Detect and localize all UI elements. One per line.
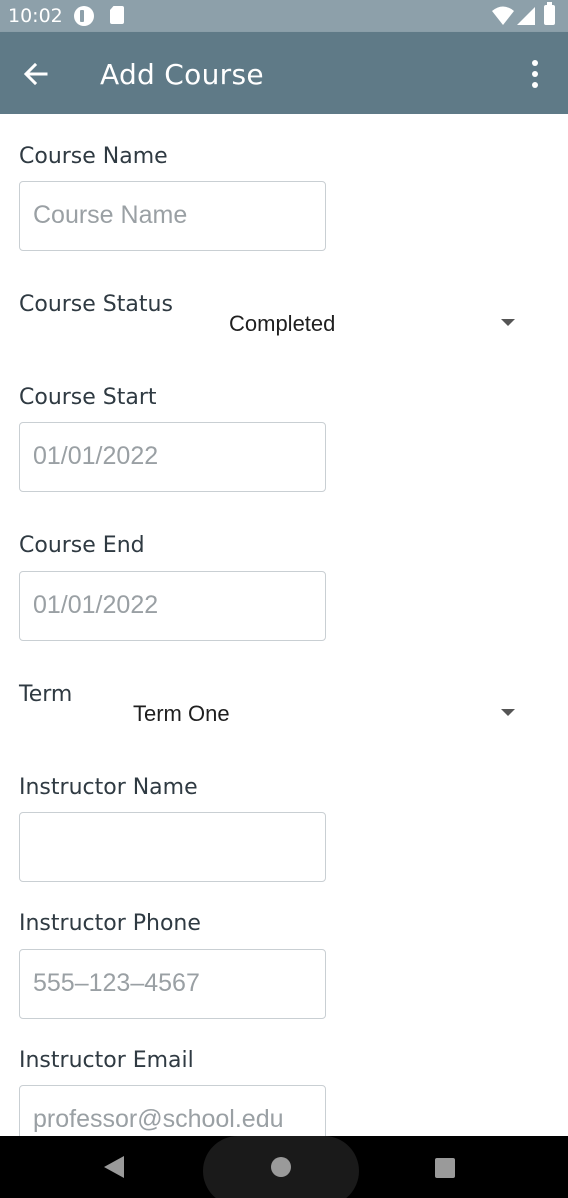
- nav-home-icon[interactable]: [271, 1157, 291, 1177]
- course-name-label: Course Name: [19, 144, 168, 169]
- instructor-name-input[interactable]: [33, 813, 313, 880]
- course-name-input[interactable]: [33, 182, 313, 249]
- back-arrow-icon[interactable]: [18, 56, 54, 92]
- instructor-name-label: Instructor Name: [19, 775, 198, 800]
- instructor-name-field: [19, 812, 326, 882]
- sd-card-icon: [110, 6, 124, 24]
- more-vertical-icon[interactable]: [522, 58, 550, 90]
- system-nav-bar: [0, 1136, 568, 1198]
- course-start-label: Course Start: [19, 385, 157, 410]
- course-status-dropdown[interactable]: Completed: [0, 296, 540, 346]
- course-start-input[interactable]: [33, 423, 313, 490]
- course-end-input[interactable]: [33, 572, 313, 639]
- instructor-phone-label: Instructor Phone: [19, 911, 201, 936]
- app-bar: Add Course: [0, 32, 568, 114]
- course-start-field: [19, 422, 326, 492]
- course-name-field: [19, 181, 326, 251]
- course-end-field: [19, 571, 326, 641]
- course-end-label: Course End: [19, 533, 145, 558]
- dropdown-arrow-icon: [501, 319, 515, 326]
- instructor-email-field: [19, 1085, 326, 1136]
- instructor-email-label: Instructor Email: [19, 1048, 194, 1073]
- course-status-value: Completed: [229, 311, 336, 336]
- instructor-phone-input[interactable]: [33, 950, 313, 1017]
- status-bar: 10:02: [0, 0, 568, 32]
- instructor-phone-field: [19, 949, 326, 1019]
- instructor-email-input[interactable]: [33, 1086, 313, 1136]
- term-dropdown[interactable]: Term One: [0, 686, 540, 736]
- status-time: 10:02: [8, 5, 63, 27]
- battery-icon: [544, 2, 555, 25]
- signal-icon: [517, 7, 535, 25]
- term-value: Term One: [133, 701, 230, 726]
- dropdown-arrow-icon: [501, 709, 515, 716]
- nav-back-icon[interactable]: [104, 1156, 124, 1178]
- notification-circle-icon: [74, 6, 94, 26]
- wifi-icon: [492, 6, 514, 25]
- page-title: Add Course: [100, 58, 264, 91]
- nav-recents-icon[interactable]: [435, 1158, 455, 1178]
- add-course-form: Course Name Course Status Completed Cour…: [0, 114, 568, 1136]
